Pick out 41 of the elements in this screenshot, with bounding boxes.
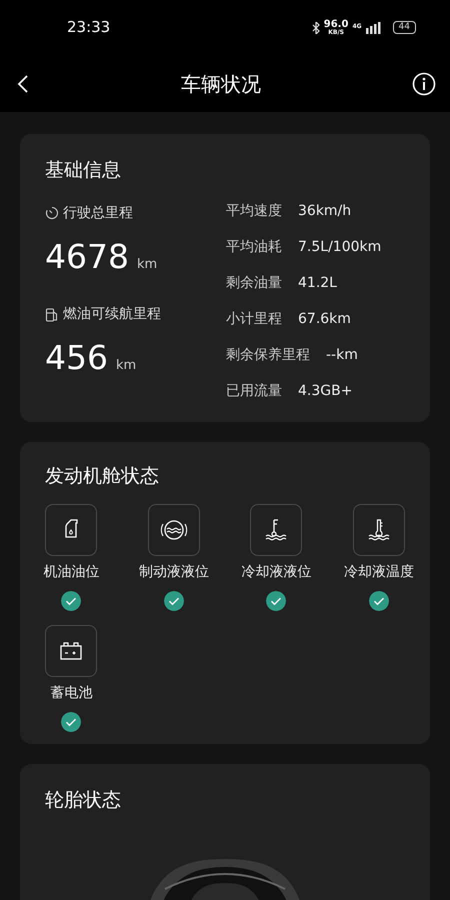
battery-level: 44 bbox=[392, 21, 416, 34]
metric-label: 燃油可续航里程 bbox=[63, 305, 161, 324]
status-tile[interactable] bbox=[45, 625, 98, 677]
section-title: 基础信息 bbox=[45, 158, 122, 183]
stat-label: 小计里程 bbox=[226, 310, 282, 328]
metric-unit: km bbox=[116, 357, 136, 375]
status-label: 机油油位 bbox=[43, 563, 100, 582]
status-tile[interactable] bbox=[250, 504, 302, 556]
metric-value: 4678 bbox=[45, 240, 129, 272]
status-label: 冷却液液位 bbox=[241, 563, 312, 582]
status-label: 冷却液温度 bbox=[344, 563, 414, 582]
stat-label: 剩余油量 bbox=[226, 274, 282, 292]
back-icon[interactable] bbox=[16, 74, 30, 94]
section-title: 轮胎状态 bbox=[45, 788, 122, 813]
stat-value: 7.5L/100km bbox=[298, 238, 382, 256]
bluetooth-icon bbox=[310, 22, 320, 34]
fuel-pump-icon bbox=[45, 308, 59, 322]
gauge-icon bbox=[45, 206, 59, 220]
stat-value: 41.2L bbox=[298, 274, 337, 292]
signal-icon bbox=[366, 22, 381, 34]
status-label: 蓄电池 bbox=[50, 684, 92, 703]
stat-label: 剩余保养里程 bbox=[226, 346, 310, 364]
section-title: 发动机舱状态 bbox=[44, 464, 160, 488]
stat-value: 4.3GB+ bbox=[298, 382, 352, 400]
page-title: 车辆状况 bbox=[181, 70, 261, 98]
stat-value: 67.6km bbox=[298, 310, 351, 328]
stat-label: 平均速度 bbox=[226, 202, 282, 220]
status-tile[interactable] bbox=[45, 504, 98, 556]
status-label: 制动液液位 bbox=[138, 563, 209, 582]
stat-value: --km bbox=[326, 346, 358, 364]
metric-value: 456 bbox=[45, 341, 108, 374]
metric-label: 行驶总里程 bbox=[63, 204, 133, 222]
stat-label: 平均油耗 bbox=[226, 238, 282, 256]
status-tile[interactable] bbox=[352, 504, 405, 556]
metric-unit: km bbox=[136, 256, 158, 274]
info-icon[interactable] bbox=[412, 72, 436, 96]
stat-label: 已用流量 bbox=[226, 382, 282, 400]
stat-value: 36km/h bbox=[298, 202, 352, 220]
status-time: 23:33 bbox=[67, 17, 110, 38]
network-speed: 96.0 bbox=[324, 20, 348, 30]
status-tile[interactable] bbox=[148, 504, 200, 556]
